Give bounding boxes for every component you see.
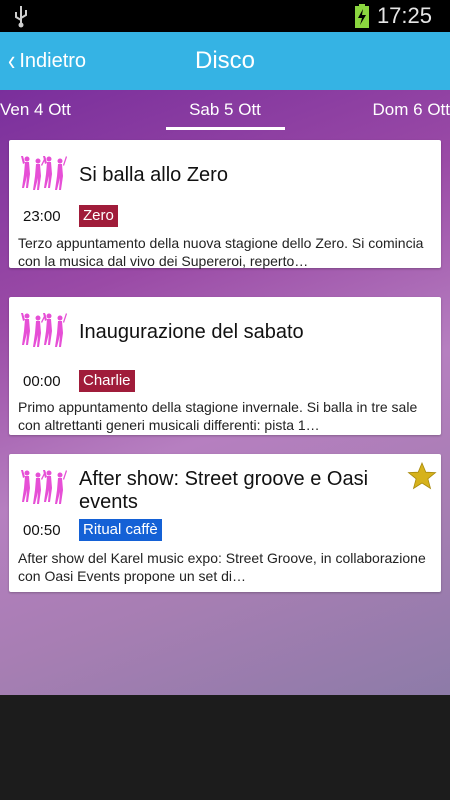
event-venue-badge: Ritual caffè xyxy=(79,519,162,541)
event-card[interactable]: After show: Street groove e Oasi events … xyxy=(9,454,441,592)
event-description: After show del Karel music expo: Street … xyxy=(18,550,426,584)
event-title: Si balla allo Zero xyxy=(79,164,228,186)
battery-charging-icon xyxy=(354,4,369,28)
date-tabs: Ven 4 Ott Sab 5 Ott Dom 6 Ott xyxy=(0,90,450,130)
bottom-area xyxy=(0,695,450,800)
event-time: 00:50 xyxy=(23,522,61,539)
event-title: After show: Street groove e Oasi events xyxy=(79,468,369,513)
dancers-icon xyxy=(21,470,67,504)
event-time: 00:00 xyxy=(23,373,61,390)
event-description: Primo appuntamento della stagione invern… xyxy=(18,399,418,433)
page-title: Disco xyxy=(194,47,255,74)
dancers-icon xyxy=(21,156,67,190)
dancers-icon xyxy=(21,313,67,347)
event-description: Terzo appuntamento della nuova stagione … xyxy=(18,235,424,269)
event-title: Inaugurazione del sabato xyxy=(79,321,304,343)
status-time: 17:25 xyxy=(376,3,432,28)
event-card[interactable]: Inaugurazione del sabato 00:00 Charlie P… xyxy=(9,297,441,435)
event-venue-badge: Charlie xyxy=(79,370,135,392)
favorite-star-icon[interactable] xyxy=(407,462,437,490)
event-venue-badge: Zero xyxy=(79,205,118,227)
usb-icon xyxy=(15,6,27,28)
action-bar: ‹ Indietro Disco xyxy=(0,32,450,90)
tab-next-day[interactable]: Dom 6 Ott xyxy=(373,100,450,120)
event-time: 23:00 xyxy=(23,208,61,225)
tab-indicator xyxy=(166,127,285,130)
status-bar: 17:25 xyxy=(0,0,450,32)
content-area: Ven 4 Ott Sab 5 Ott Dom 6 Ott Si balla a… xyxy=(0,90,450,695)
event-card[interactable]: Si balla allo Zero 23:00 Zero Terzo appu… xyxy=(9,140,441,269)
